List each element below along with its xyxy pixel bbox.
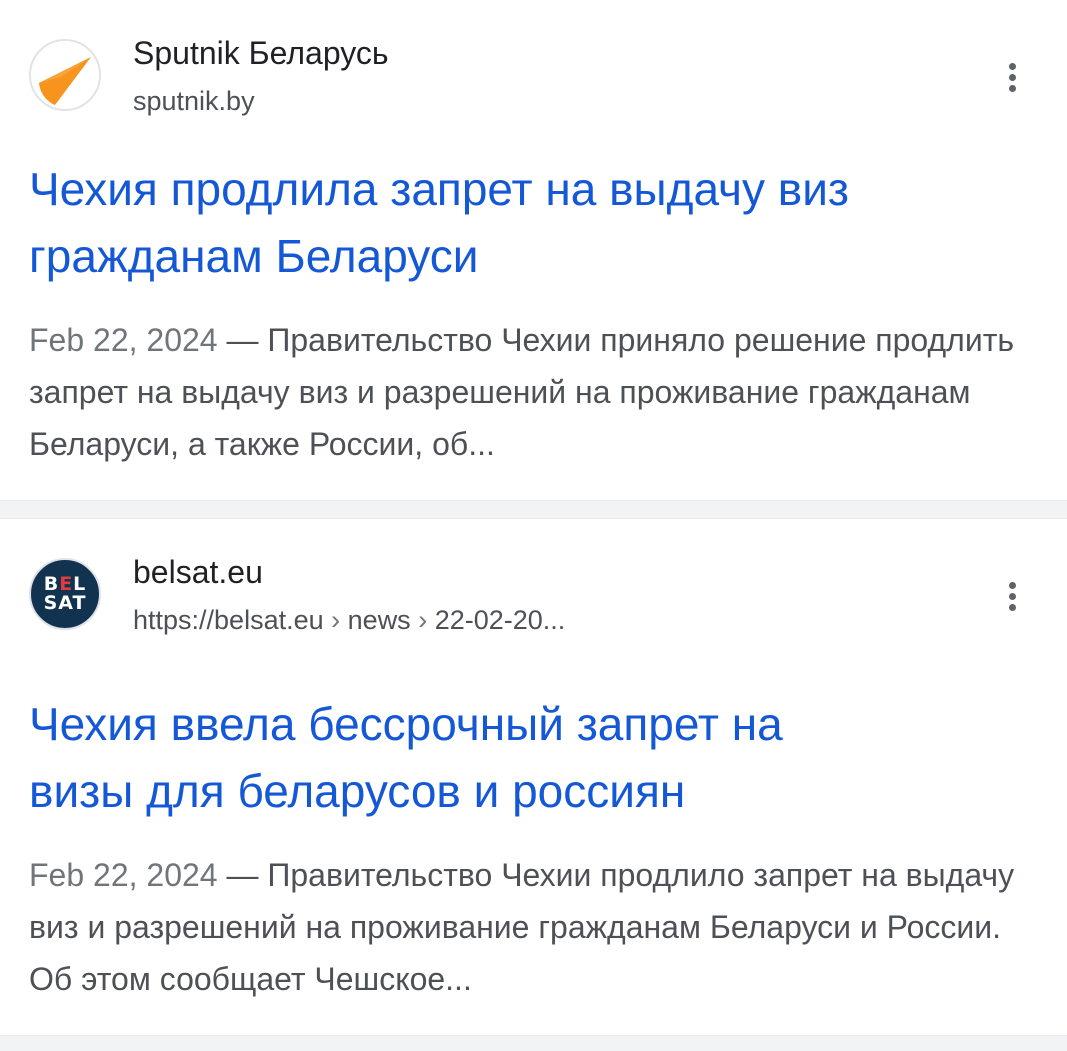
result-date: Feb 22, 2024 <box>29 857 218 893</box>
site-url: sputnik.by <box>133 86 255 116</box>
snippet-dash: — <box>226 322 259 358</box>
sputnik-logo-icon <box>29 39 101 111</box>
result-divider <box>0 500 1067 519</box>
more-options-button[interactable] <box>997 57 1027 97</box>
result-divider <box>0 1035 1067 1051</box>
site-name: Sputnik Беларусь <box>133 35 389 71</box>
breadcrumb-separator: › <box>418 605 428 635</box>
result-source-row[interactable]: BEL SAT belsat.eu https://belsat.eu › ne… <box>29 554 1067 636</box>
belsat-logo-icon: BEL SAT <box>29 558 101 630</box>
result-snippet: Feb 22, 2024 — Правительство Чехии продл… <box>29 849 1027 1005</box>
result-snippet: Feb 22, 2024 — Правительство Чехии приня… <box>29 314 1027 470</box>
more-vert-icon <box>1008 62 1016 70</box>
result-title-link[interactable]: Чехия продлила запрет на выдачу виз граж… <box>29 156 1027 290</box>
site-name: belsat.eu <box>133 554 263 590</box>
url-crumb: 22-02-20... <box>434 605 566 635</box>
search-result-belsat: BEL SAT belsat.eu https://belsat.eu › ne… <box>0 519 1067 1035</box>
result-title-link[interactable]: Чехия ввела бессрочный запрет на визы дл… <box>29 691 1027 825</box>
result-date: Feb 22, 2024 <box>29 322 218 358</box>
url-crumb: news <box>347 605 411 635</box>
title-line: гражданам Беларуси <box>29 230 479 282</box>
snippet-dash: — <box>226 857 259 893</box>
more-vert-icon <box>1008 581 1016 589</box>
search-result-sputnik: Sputnik Беларусь sputnik.by Чехия продли… <box>0 0 1067 500</box>
more-options-button[interactable] <box>997 576 1027 616</box>
title-line: Чехия продлила запрет на выдачу виз <box>29 163 849 215</box>
breadcrumb-separator: › <box>331 605 341 635</box>
result-source-row[interactable]: Sputnik Беларусь sputnik.by <box>29 35 1067 116</box>
url-base: https://belsat.eu <box>133 605 324 635</box>
site-url-breadcrumb: https://belsat.eu › news › 22-02-20... <box>133 605 565 636</box>
title-line: Чехия ввела бессрочный запрет на <box>29 698 783 750</box>
title-line: визы для беларусов и россиян <box>29 765 686 817</box>
